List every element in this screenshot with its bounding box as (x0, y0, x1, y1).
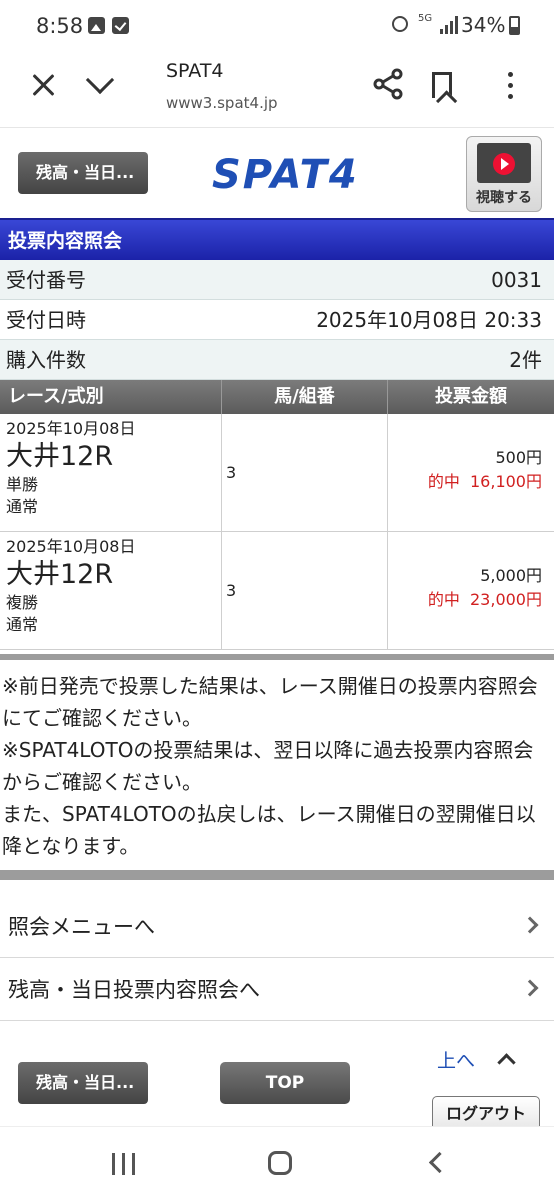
info-row-receipt-datetime: 受付日時 2025年10月08日 20:33 (0, 300, 554, 340)
bet-type: 単勝 (6, 475, 39, 494)
table-row: 2025年10月08日 大井12R 単勝 通常 3 500円 的中 16,100… (0, 414, 554, 532)
amount-cell: 5,000円 的中 23,000円 (388, 532, 554, 649)
hit-label: 的中 (427, 590, 460, 609)
col-header-race: レース/式別 (0, 380, 222, 414)
horse-number: 3 (222, 414, 388, 531)
scroll-up-link[interactable]: 上へ (437, 1046, 475, 1073)
browser-url[interactable]: www3.spat4.jp (166, 94, 278, 112)
chevron-right-icon (521, 916, 539, 934)
col-header-amount: 投票金額 (435, 386, 507, 407)
network-label: 5G (418, 13, 433, 24)
chevron-down-icon[interactable] (85, 65, 115, 95)
spat4-logo[interactable]: SPAT4 (212, 152, 359, 198)
signal-icon (440, 16, 458, 34)
race-name: 大井12R (6, 559, 114, 590)
payout-amount: 23,000円 (470, 590, 542, 609)
bet-amount: 500円 (495, 448, 542, 467)
recents-icon[interactable] (112, 1153, 136, 1175)
menu-label: 残高・当日投票内容照会へ (8, 978, 260, 1002)
chevron-up-icon[interactable] (497, 1053, 516, 1072)
home-icon[interactable] (268, 1151, 292, 1175)
page-title: 投票内容照会 (0, 218, 554, 260)
footer-back-button[interactable]: 残高・当日... (18, 1062, 148, 1104)
menu-label: 照会メニューへ (8, 915, 155, 939)
image-icon (88, 17, 105, 34)
horse-number: 3 (222, 532, 388, 649)
race-cell: 2025年10月08日 大井12R 単勝 通常 (0, 414, 222, 531)
bet-mode: 通常 (6, 497, 39, 516)
col-header-number: 馬/組番 (222, 380, 388, 414)
payout-amount: 16,100円 (470, 472, 542, 491)
share-icon[interactable] (372, 68, 404, 100)
payout-line: 的中 23,000円 (388, 588, 542, 612)
notice-text: ※前日発売で投票した結果は、レース開催日の投票内容照会にてご確認ください。 ※S… (0, 654, 554, 880)
status-time: 8:58 (36, 14, 84, 38)
browser-toolbar: SPAT4 www3.spat4.jp (0, 52, 554, 128)
more-options-icon[interactable] (508, 72, 514, 102)
site-header: 残高・当日... SPAT4 視聴する (0, 128, 554, 218)
info-label: 受付日時 (6, 308, 86, 332)
top-button[interactable]: TOP (220, 1062, 350, 1104)
table-header: レース/式別 馬/組番 投票金額 (0, 380, 554, 414)
close-icon[interactable] (30, 72, 56, 98)
battery-icon (509, 16, 520, 35)
info-value: 2025年10月08日 20:33 (316, 308, 542, 332)
bookmark-icon[interactable] (432, 72, 452, 98)
notice-line: ※SPAT4LOTOの投票結果は、翌日以降に過去投票内容照会からご確認ください。 (2, 738, 534, 794)
back-button-balance[interactable]: 残高・当日... (18, 152, 148, 194)
battery-percent: 34% (461, 13, 506, 37)
info-label: 受付番号 (6, 268, 86, 292)
info-value: 2件 (509, 348, 542, 372)
menu-link-inquiry-menu[interactable]: 照会メニューへ (0, 896, 554, 958)
hit-label: 的中 (427, 472, 460, 491)
notice-line: ※前日発売で投票した結果は、レース開催日の投票内容照会にてご確認ください。 (2, 674, 538, 730)
race-cell: 2025年10月08日 大井12R 複勝 通常 (0, 532, 222, 649)
back-icon[interactable] (428, 1151, 451, 1174)
notice-line: また、SPAT4LOTOの払戻しは、レース開催日の翌開催日以降となります。 (2, 802, 536, 858)
info-row-receipt-number: 受付番号 0031 (0, 260, 554, 300)
browser-title: SPAT4 (166, 60, 224, 82)
payout-line: 的中 16,100円 (388, 470, 542, 494)
system-nav-bar (0, 1126, 554, 1200)
info-row-purchase-count: 購入件数 2件 (0, 340, 554, 380)
alarm-icon (392, 16, 408, 32)
status-bar: 8:58 5G 34% (0, 0, 554, 52)
amount-cell: 500円 的中 16,100円 (388, 414, 554, 531)
bet-amount: 5,000円 (480, 566, 542, 585)
menu-link-balance-inquiry[interactable]: 残高・当日投票内容照会へ (0, 959, 554, 1021)
race-name: 大井12R (6, 441, 114, 472)
check-icon (112, 17, 129, 34)
watch-button[interactable]: 視聴する (466, 136, 542, 212)
race-date: 2025年10月08日 (6, 419, 136, 438)
info-value: 0031 (491, 268, 542, 292)
bet-mode: 通常 (6, 615, 39, 634)
chevron-right-icon (521, 979, 539, 997)
info-label: 購入件数 (6, 348, 86, 372)
play-icon (493, 153, 515, 175)
watch-label: 視聴する (476, 190, 532, 206)
bet-type: 複勝 (6, 593, 39, 612)
table-row: 2025年10月08日 大井12R 複勝 通常 3 5,000円 的中 23,0… (0, 532, 554, 650)
race-date: 2025年10月08日 (6, 537, 136, 556)
